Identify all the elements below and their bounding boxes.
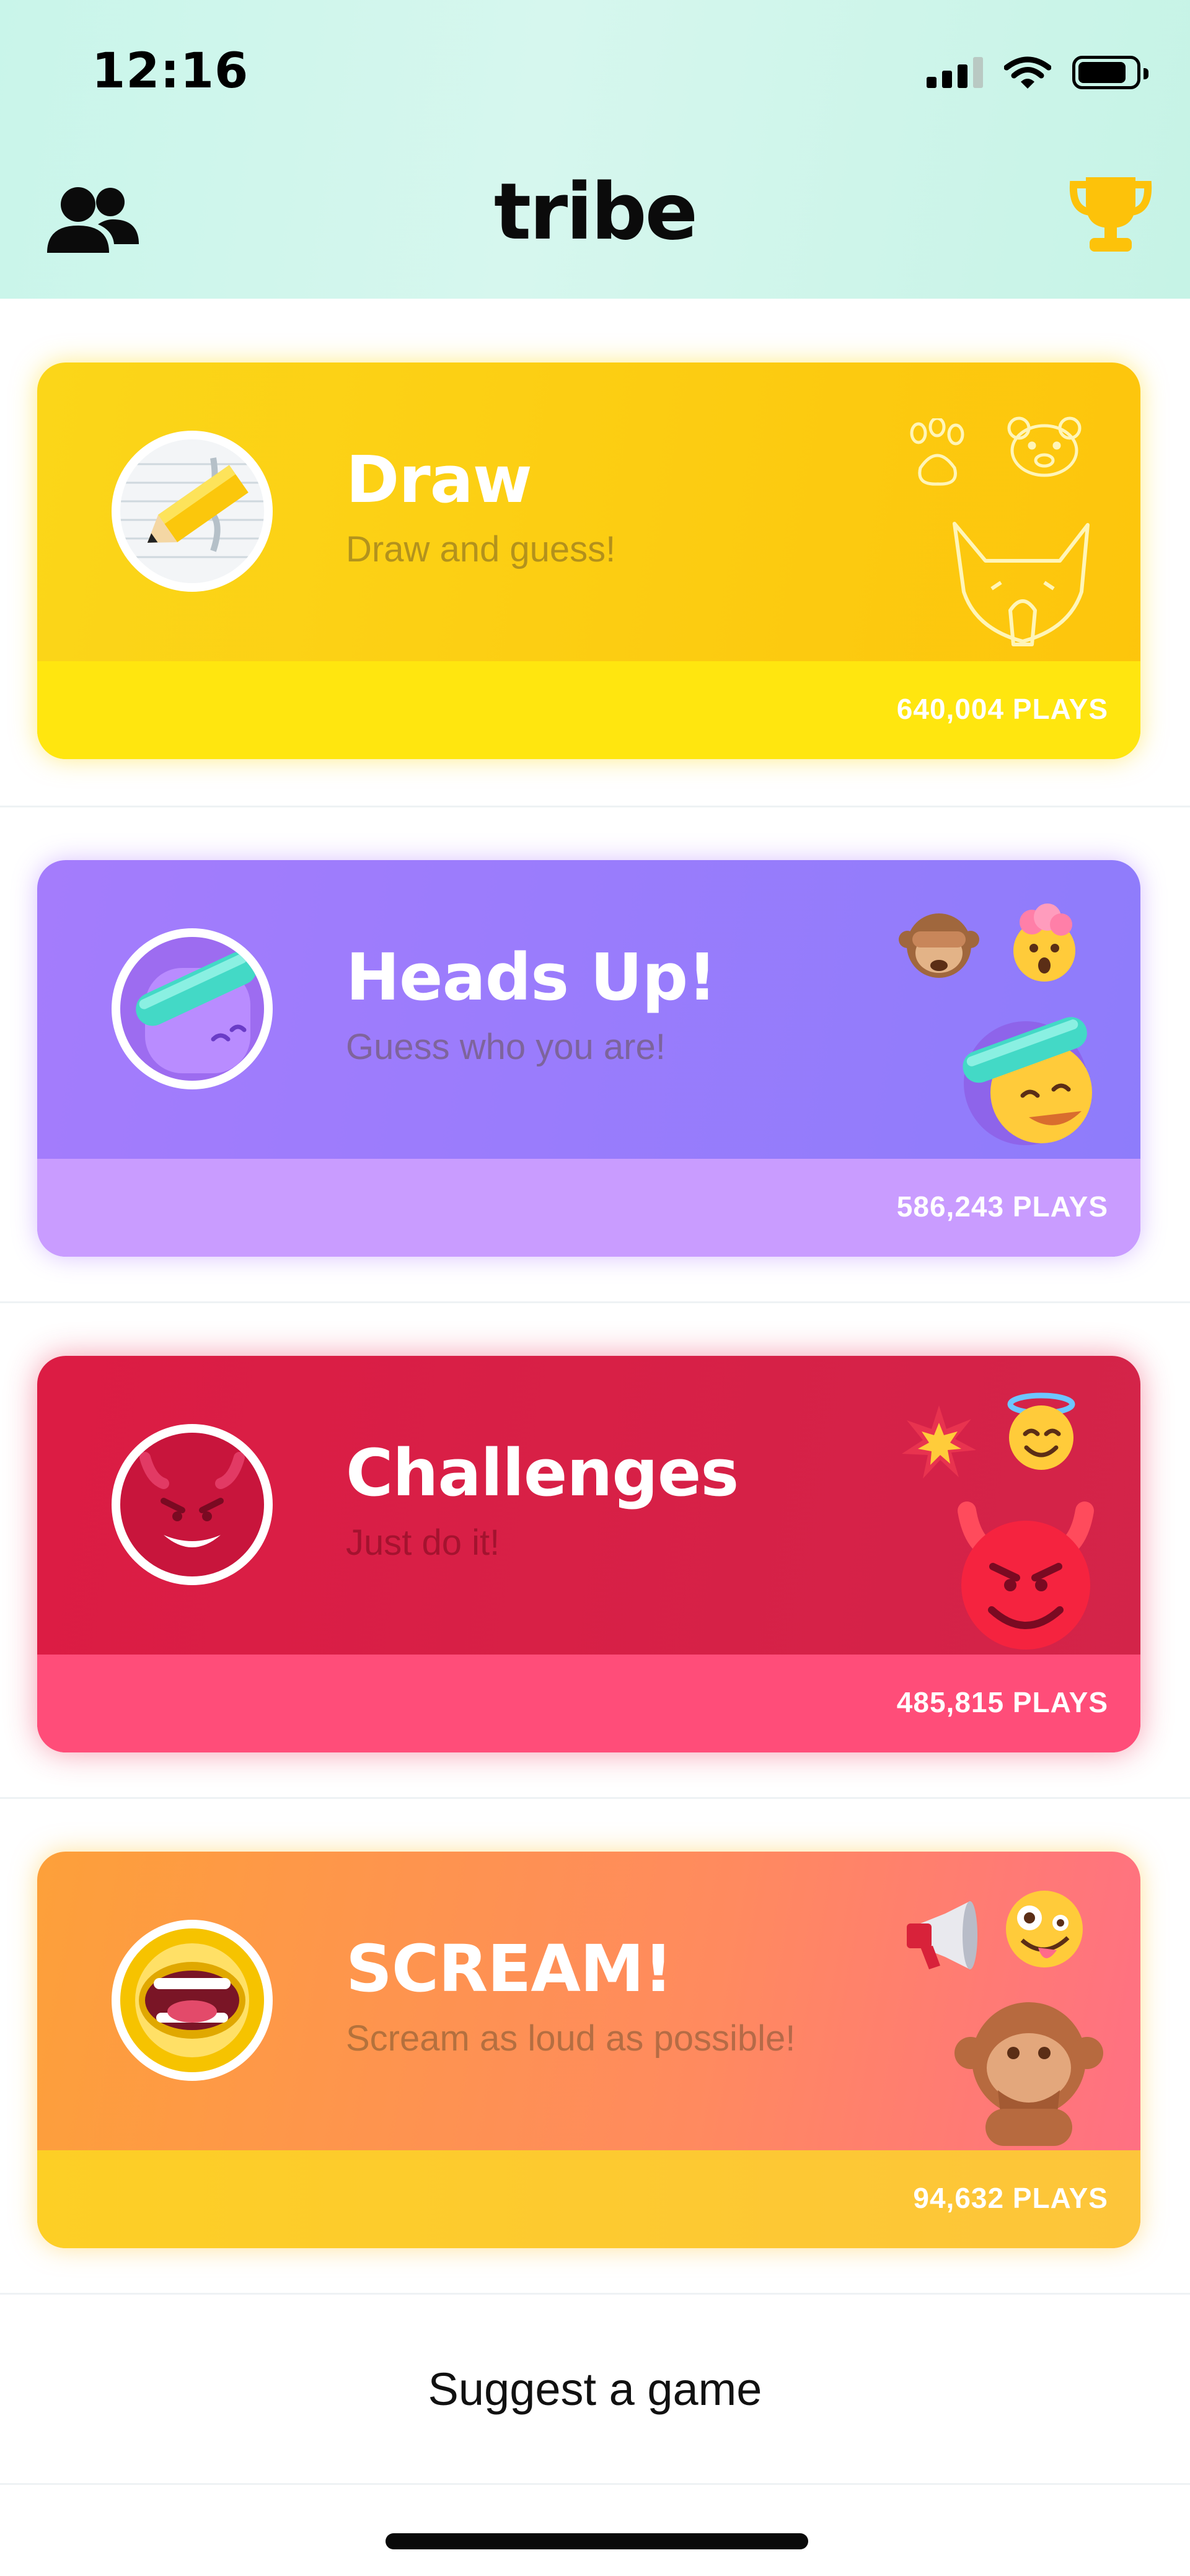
bear-doodle-icon (1007, 416, 1082, 477)
game-row-draw: Draw Draw and guess! 640,004 PLAYS (0, 310, 1190, 806)
game-title: Heads Up! (346, 939, 717, 1015)
game-row-scream: SCREAM! Scream as loud as possible! 94,6… (0, 1797, 1190, 2293)
wolf-doodle-icon (953, 522, 1090, 646)
app-header: 12:16 tribe (0, 0, 1190, 299)
home-indicator[interactable] (386, 2533, 808, 2549)
mouth-icon (112, 1920, 273, 2081)
plays-count: 640,004 PLAYS (896, 693, 1108, 725)
game-card-heads-up[interactable]: Heads Up! Guess who you are! 586,243 PLA… (37, 860, 1140, 1257)
devil-icon (112, 1424, 273, 1585)
signal-icon (927, 57, 983, 88)
game-card-scream[interactable]: SCREAM! Scream as loud as possible! 94,6… (37, 1852, 1140, 2248)
speak-no-evil-monkey-icon (954, 2002, 1103, 2146)
game-subtitle: Just do it! (346, 1523, 500, 1563)
trophy-icon[interactable] (1067, 171, 1154, 258)
game-card-challenges[interactable]: Challenges Just do it! 485,815 PLAYS (37, 1356, 1140, 1752)
wifi-icon (1004, 56, 1051, 89)
game-subtitle: Scream as loud as possible! (346, 2018, 796, 2059)
game-title: SCREAM! (346, 1931, 673, 2007)
smiling-devil-icon (958, 1501, 1094, 1650)
paw-doodle-icon (910, 418, 964, 486)
game-subtitle: Draw and guess! (346, 529, 616, 569)
halo-face-icon (1007, 1392, 1075, 1470)
exploding-head-icon (1013, 903, 1075, 982)
app-title: tribe (493, 166, 698, 257)
game-row-challenges: Challenges Just do it! 485,815 PLAYS (0, 1301, 1190, 1797)
plays-count: 586,243 PLAYS (896, 1190, 1108, 1223)
zany-face-icon (1006, 1891, 1083, 1967)
game-card-draw[interactable]: Draw Draw and guess! 640,004 PLAYS (37, 363, 1140, 759)
megaphone-icon (907, 1901, 977, 1969)
game-subtitle: Guess who you are! (346, 1027, 666, 1067)
plays-count: 94,632 PLAYS (913, 2182, 1108, 2214)
headband-face-decoration-icon (963, 1017, 1092, 1145)
pencil-icon (112, 431, 273, 592)
suggest-game-label: Suggest a game (428, 2363, 762, 2415)
suggest-game-button[interactable]: Suggest a game (0, 2293, 1190, 2485)
game-title: Challenges (346, 1435, 739, 1511)
plays-count: 485,815 PLAYS (896, 1686, 1108, 1718)
collision-icon (902, 1405, 976, 1479)
game-row-heads-up: Heads Up! Guess who you are! 586,243 PLA… (0, 806, 1190, 1301)
status-time: 12:16 (92, 43, 249, 99)
see-no-evil-monkey-icon (899, 913, 979, 978)
status-icons (927, 51, 1148, 94)
headband-face-icon (112, 928, 273, 1089)
game-title: Draw (346, 442, 532, 517)
battery-icon (1072, 56, 1148, 89)
